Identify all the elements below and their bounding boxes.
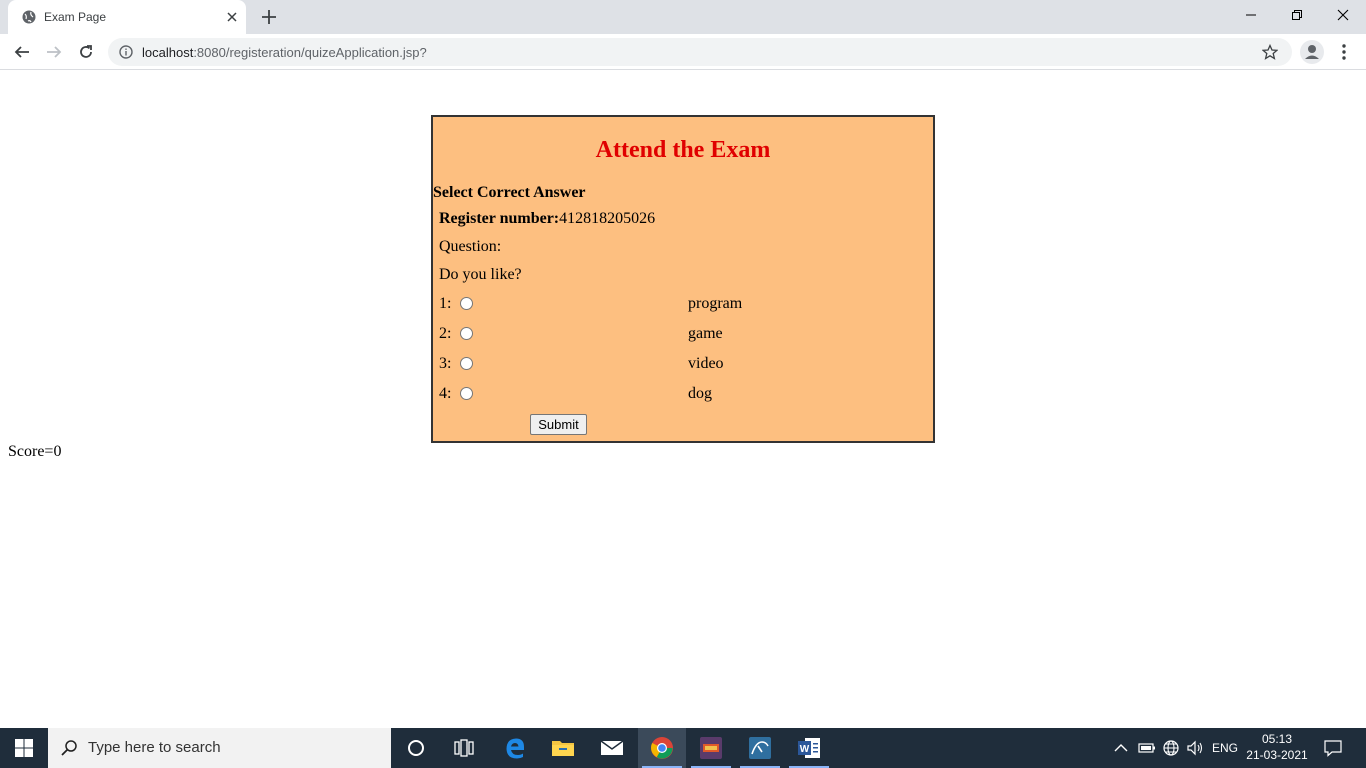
network-button[interactable] [1162, 728, 1180, 768]
option-2-radio[interactable] [460, 327, 473, 340]
clock-date: 21-03-2021 [1246, 748, 1308, 762]
option-1-radio[interactable] [460, 297, 473, 310]
question-label: Question: [439, 238, 502, 255]
task-view-button[interactable] [440, 728, 488, 768]
chrome-app[interactable] [638, 728, 686, 768]
globe-network-icon [1163, 740, 1179, 756]
option-4-number: 4: [439, 385, 452, 402]
reload-icon [80, 45, 92, 58]
submit-button[interactable]: Submit [530, 414, 587, 435]
arrow-right-icon [47, 46, 62, 58]
speaker-icon [1187, 740, 1203, 756]
windows-logo-icon [15, 739, 33, 757]
tab-strip: Exam Page [0, 0, 1366, 34]
register-value: 412818205026 [559, 210, 656, 227]
language-indicator[interactable]: ENG [1212, 728, 1238, 768]
svg-text:W: W [800, 744, 810, 755]
option-4-radio[interactable] [460, 387, 473, 400]
new-tab-icon[interactable] [260, 8, 278, 26]
edge-browser-icon [506, 738, 524, 759]
notification-icon [1324, 740, 1342, 757]
game-app[interactable] [687, 728, 735, 768]
taskbar: Type here to search W ENG 05:13 21-03-20… [0, 728, 1366, 768]
option-1-text: program [688, 295, 743, 312]
select-answer-label: Select Correct Answer [433, 184, 586, 201]
option-4-text: dog [688, 385, 712, 402]
folder-icon [552, 741, 574, 756]
register-label: Register number: [439, 210, 560, 227]
option-3-text: video [688, 355, 724, 372]
chevron-up-icon [1114, 744, 1128, 752]
page-content: Attend the Exam Select Correct Answer Re… [0, 71, 1366, 728]
file-explorer-app[interactable] [539, 728, 587, 768]
kebab-menu-icon[interactable] [1338, 42, 1350, 62]
minimize-icon [1246, 14, 1256, 16]
close-window-button[interactable] [1320, 0, 1366, 30]
mail-envelope-icon [600, 740, 624, 755]
url-host: localhost [142, 45, 194, 60]
volume-button[interactable] [1186, 728, 1204, 768]
game-app-icon [700, 737, 722, 759]
word-icon: W [798, 738, 820, 758]
question-text: Do you like? [439, 266, 522, 283]
register-row: Register number:412818205026 [439, 210, 655, 228]
mysql-workbench-app[interactable] [736, 728, 784, 768]
show-hidden-icons-button[interactable] [1114, 728, 1128, 768]
restore-button[interactable] [1274, 0, 1320, 30]
option-2-number: 2: [439, 325, 452, 342]
url-text: localhost:8080/registeration/quizeApplic… [142, 45, 427, 60]
cortana-circle-icon [408, 740, 424, 756]
info-icon[interactable] [119, 45, 133, 59]
score-text: Score=0 [8, 443, 62, 460]
arrow-left-icon [14, 46, 29, 58]
edge-app[interactable] [491, 728, 539, 768]
taskbar-search-box[interactable]: Type here to search [48, 728, 391, 768]
word-app[interactable]: W [785, 728, 833, 768]
option-3-number: 3: [439, 355, 452, 372]
reload-button[interactable] [76, 42, 96, 62]
chrome-icon [651, 737, 673, 759]
option-3-radio[interactable] [460, 357, 473, 370]
profile-avatar-icon[interactable] [1300, 40, 1324, 64]
address-bar[interactable]: localhost:8080/registeration/quizeApplic… [108, 38, 1292, 66]
minimize-button[interactable] [1228, 0, 1274, 30]
battery-icon [1138, 743, 1155, 753]
restore-icon [1292, 10, 1302, 20]
url-path: :8080/registeration/quizeApplication.jsp… [193, 45, 427, 60]
mail-app[interactable] [588, 728, 636, 768]
close-icon[interactable] [224, 9, 240, 25]
search-placeholder: Type here to search [88, 739, 221, 756]
cortana-button[interactable] [392, 728, 440, 768]
forward-button[interactable] [44, 42, 64, 62]
tab-exam-page[interactable]: Exam Page [8, 0, 246, 34]
browser-toolbar: localhost:8080/registeration/quizeApplic… [0, 34, 1366, 70]
close-icon [1337, 9, 1349, 21]
globe-icon [22, 10, 36, 24]
action-center-button[interactable] [1324, 728, 1342, 768]
tab-title: Exam Page [44, 10, 107, 24]
mysql-workbench-icon [749, 737, 771, 759]
option-1-number: 1: [439, 295, 452, 312]
exam-title: Attend the Exam [595, 137, 771, 163]
search-icon [61, 740, 77, 756]
task-view-icon [454, 739, 474, 757]
battery-button[interactable] [1138, 728, 1156, 768]
back-button[interactable] [12, 42, 32, 62]
bookmark-star-icon[interactable] [1262, 44, 1278, 60]
clock[interactable]: 05:13 21-03-2021 [1244, 731, 1310, 763]
option-2-text: game [688, 325, 723, 342]
exam-form: Attend the Exam Select Correct Answer Re… [431, 115, 935, 443]
start-button[interactable] [0, 728, 48, 768]
clock-time: 05:13 [1261, 732, 1293, 746]
